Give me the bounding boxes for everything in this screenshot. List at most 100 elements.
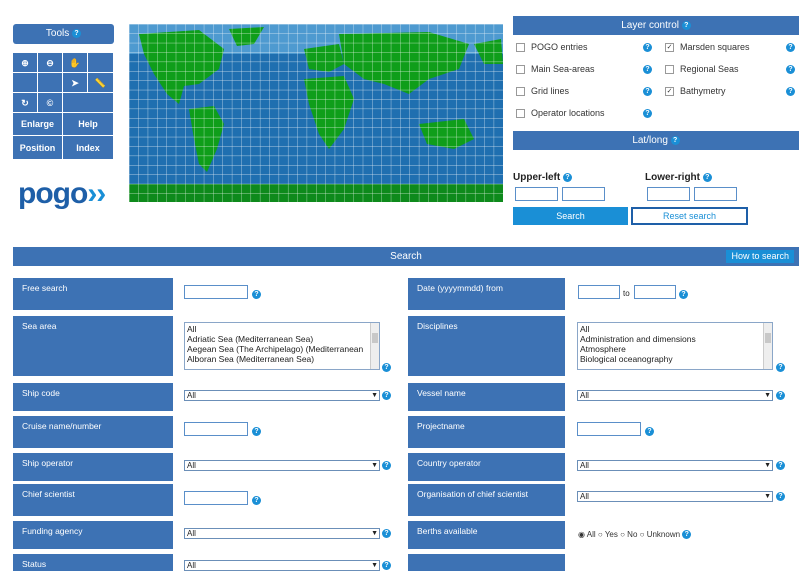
help-icon[interactable]: ?: [643, 87, 652, 96]
refresh-icon[interactable]: ↻: [13, 93, 38, 113]
help-icon[interactable]: ?: [382, 461, 391, 470]
discipline-option[interactable]: Administration and dimensions: [580, 334, 770, 344]
free-search-input[interactable]: [184, 285, 248, 299]
checkbox-grid-lines[interactable]: [516, 87, 525, 97]
help-icon[interactable]: ?: [786, 43, 795, 52]
help-icon[interactable]: ?: [252, 290, 261, 299]
date-to-input[interactable]: [634, 285, 676, 299]
projectname-input[interactable]: [577, 422, 641, 436]
funding-agency-select[interactable]: All ▼: [184, 528, 380, 539]
sea-area-option[interactable]: Alboran Sea (Mediterranean Sea): [187, 354, 377, 364]
help-icon[interactable]: ?: [776, 492, 785, 501]
discipline-option[interactable]: Biological oceanography: [580, 354, 770, 364]
help-icon[interactable]: ?: [645, 427, 654, 436]
sea-area-option[interactable]: Aegean Sea (The Archipelago) (Mediterran…: [187, 344, 377, 354]
layer-item-main-sea-areas[interactable]: Main Sea-areas: [516, 64, 595, 75]
help-icon[interactable]: ?: [682, 530, 692, 540]
discipline-option[interactable]: Atmosphere: [580, 344, 770, 354]
help-icon[interactable]: ?: [643, 109, 652, 118]
help-icon[interactable]: ?: [72, 28, 82, 38]
checkbox-operator-locations[interactable]: [516, 109, 525, 119]
layer-item-pogo-entries[interactable]: POGO entries: [516, 42, 588, 53]
sea-area-option[interactable]: Adriatic Sea (Mediterranean Sea): [187, 334, 377, 344]
help-button[interactable]: Help: [63, 113, 114, 136]
layer-item-operator-locations[interactable]: Operator locations: [516, 108, 605, 119]
layer-item-bathymetry[interactable]: ✓ Bathymetry: [665, 86, 726, 97]
checkbox-main-sea-areas[interactable]: [516, 65, 525, 75]
help-icon[interactable]: ?: [252, 496, 261, 505]
cruise-input[interactable]: [184, 422, 248, 436]
help-icon[interactable]: ?: [786, 87, 795, 96]
help-icon[interactable]: ?: [643, 43, 652, 52]
help-icon[interactable]: ?: [382, 391, 391, 400]
disciplines-listbox[interactable]: All Administration and dimensions Atmosp…: [577, 322, 773, 370]
layer-item-regional-seas[interactable]: Regional Seas: [665, 64, 739, 75]
help-icon[interactable]: ?: [382, 363, 391, 372]
help-icon[interactable]: ?: [776, 391, 785, 400]
latlong-search-button[interactable]: Search: [513, 207, 628, 225]
tool-blank-1[interactable]: [88, 53, 114, 73]
radio-unknown[interactable]: ○ Unknown: [640, 530, 680, 539]
radio-yes[interactable]: ○ Yes: [598, 530, 618, 539]
tools-title: Tools: [45, 28, 70, 39]
upper-left-lat-input[interactable]: [515, 187, 558, 201]
scrollbar[interactable]: [370, 323, 379, 369]
radio-all[interactable]: ◉ All: [578, 530, 596, 539]
date-from-input[interactable]: [578, 285, 620, 299]
sea-area-listbox[interactable]: All Adriatic Sea (Mediterranean Sea) Aeg…: [184, 322, 380, 370]
latlong-title: Lat/long: [632, 135, 668, 146]
scrollbar[interactable]: [763, 323, 772, 369]
index-button[interactable]: Index: [63, 136, 114, 160]
help-icon[interactable]: ?: [681, 20, 691, 30]
checkbox-pogo-entries[interactable]: [516, 43, 525, 53]
enlarge-button[interactable]: Enlarge: [13, 113, 63, 136]
help-icon[interactable]: ?: [382, 561, 391, 570]
sea-area-option[interactable]: All: [187, 324, 377, 334]
vessel-name-select[interactable]: All ▼: [577, 390, 773, 401]
ship-operator-select[interactable]: All ▼: [184, 460, 380, 471]
ruler-icon[interactable]: 📏: [88, 73, 114, 93]
help-icon[interactable]: ?: [702, 172, 712, 182]
radio-no[interactable]: ○ No: [620, 530, 637, 539]
help-icon[interactable]: ?: [679, 290, 688, 299]
discipline-option[interactable]: All: [580, 324, 770, 334]
help-icon[interactable]: ?: [786, 65, 795, 74]
tool-blank-2[interactable]: [13, 73, 38, 93]
pan-hand-icon[interactable]: ✋: [63, 53, 88, 73]
zoom-in-icon[interactable]: ⊕: [13, 53, 38, 73]
tool-blank-3[interactable]: [38, 73, 63, 93]
position-button[interactable]: Position: [13, 136, 63, 160]
lower-right-lat-input[interactable]: [647, 187, 690, 201]
upper-left-long-input[interactable]: [562, 187, 605, 201]
help-icon[interactable]: ?: [643, 65, 652, 74]
berths-radio-group: ◉ All ○ Yes ○ No ○ Unknown ?: [578, 530, 692, 540]
reset-icon[interactable]: ©: [38, 93, 63, 113]
reset-search-button[interactable]: Reset search: [631, 207, 748, 225]
org-chief-scientist-label: Organisation of chief scientist: [408, 484, 565, 516]
help-icon[interactable]: ?: [252, 427, 261, 436]
ship-code-select[interactable]: All ▼: [184, 390, 380, 401]
search-title: Search: [390, 251, 422, 262]
help-icon[interactable]: ?: [563, 172, 573, 182]
layer-item-marsden-squares[interactable]: ✓ Marsden squares: [665, 42, 750, 53]
help-icon[interactable]: ?: [776, 461, 785, 470]
help-icon[interactable]: ?: [670, 135, 680, 145]
chief-scientist-input[interactable]: [184, 491, 248, 505]
world-map[interactable]: [129, 24, 503, 202]
status-select[interactable]: All ▼: [184, 560, 380, 571]
help-icon[interactable]: ?: [382, 529, 391, 538]
tool-grid: ⊕ ⊖ ✋ ➤ 📏 ↻ © Enlarge Help Position Inde…: [13, 53, 114, 160]
zoom-out-icon[interactable]: ⊖: [38, 53, 63, 73]
pogo-logo: pogo››: [18, 177, 106, 210]
country-operator-select[interactable]: All ▼: [577, 460, 773, 471]
checkbox-marsden-squares[interactable]: ✓: [665, 43, 674, 53]
lower-right-long-input[interactable]: [694, 187, 737, 201]
tool-blank-4[interactable]: [63, 93, 114, 113]
checkbox-regional-seas[interactable]: [665, 65, 674, 75]
layer-item-grid-lines[interactable]: Grid lines: [516, 86, 569, 97]
help-icon[interactable]: ?: [776, 363, 785, 372]
checkbox-bathymetry[interactable]: ✓: [665, 87, 674, 97]
org-chief-scientist-select[interactable]: All ▼: [577, 491, 773, 502]
pointer-icon[interactable]: ➤: [63, 73, 88, 93]
how-to-search-button[interactable]: How to search: [726, 250, 794, 263]
